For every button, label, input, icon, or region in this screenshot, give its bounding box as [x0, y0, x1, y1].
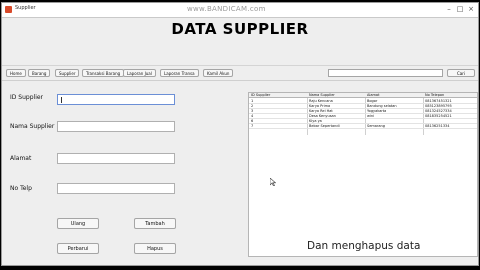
nav-button-transaksi-barang[interactable]: Transaksi Barang — [82, 69, 125, 77]
nav-button-supplier[interactable]: Supplier — [55, 69, 80, 77]
mouse-cursor-icon — [270, 178, 276, 186]
app-icon — [5, 6, 12, 13]
column-header[interactable]: Nama Supplier — [309, 93, 364, 97]
label-alamat: Alamat — [10, 155, 32, 162]
table-cell: 3 — [251, 109, 254, 113]
nav-button-barang[interactable]: Barang — [28, 69, 51, 77]
window-title: Supplier — [15, 5, 36, 11]
table-cell: Karya Rei Hat — [309, 109, 333, 113]
delete-button[interactable]: Hapus — [134, 243, 176, 254]
no-telp-field[interactable] — [57, 183, 175, 194]
nav-toolbar: Home Barang Supplier Transaksi Barang La… — [2, 65, 478, 81]
table-cell: Raju Kencana — [309, 99, 333, 103]
maximize-icon[interactable]: □ — [455, 5, 465, 14]
supplier-table[interactable]: ID Supplier Nama Supplier Alamat No Tele… — [248, 92, 478, 257]
column-header[interactable]: Alamat — [367, 93, 422, 97]
text-caret — [61, 97, 62, 103]
table-cell: Bebar Sepertandi — [309, 124, 340, 128]
nav-button-laporan-transaksi[interactable]: Laporan Transa — [160, 69, 199, 77]
table-cell: Kiya ya — [309, 119, 322, 123]
column-header[interactable]: No Telepon — [425, 93, 477, 97]
table-header: ID Supplier Nama Supplier Alamat No Tele… — [249, 93, 477, 98]
id-supplier-field[interactable] — [57, 94, 175, 105]
search-input[interactable] — [328, 69, 443, 77]
table-cell: 081367451321 — [425, 99, 452, 103]
alamat-field[interactable] — [57, 153, 175, 164]
table-cell: Yogyakarta — [367, 109, 387, 113]
table-cell: 085123895795 — [425, 104, 452, 108]
table-cell: Desa Kenyusan — [309, 114, 336, 118]
table-cell: 2 — [251, 104, 254, 108]
clear-button[interactable]: Ulang — [57, 218, 99, 229]
table-cell: 081835254521 — [425, 114, 452, 118]
table-row[interactable]: 7 Bebar Sepertandi Semarang 08136251334 — [249, 124, 477, 129]
label-id-supplier: ID Supplier — [10, 94, 44, 101]
table-cell: Semarang — [367, 124, 385, 128]
app-window: Supplier – □ × www.BANDICAM.com DATA SUP… — [1, 2, 479, 266]
table-cell: 7 — [251, 124, 254, 128]
table-cell: Bogor — [367, 99, 378, 103]
search-button[interactable]: Cari — [447, 69, 475, 77]
table-cell: 1 — [251, 99, 254, 103]
update-button[interactable]: Perbarui — [57, 243, 99, 254]
close-icon[interactable]: × — [466, 5, 476, 14]
table-cell: 08136251334 — [425, 124, 450, 128]
nav-button-home[interactable]: Home — [6, 69, 26, 77]
table-cell: 081324527334 — [425, 109, 452, 113]
page-title: DATA SUPPLIER — [171, 20, 309, 38]
nav-button-akun[interactable]: Kamil Akun — [203, 69, 234, 77]
minimize-icon[interactable]: – — [444, 5, 454, 14]
nama-supplier-field[interactable] — [57, 121, 175, 132]
column-header[interactable]: ID Supplier — [251, 93, 306, 97]
label-nama-supplier: Nama Supplier — [10, 123, 55, 130]
label-no-telp: No Telp — [10, 185, 32, 192]
table-cell: 4 — [251, 114, 254, 118]
table-cell: Karya Prima — [309, 104, 331, 108]
video-caption: Dan menghapus data — [307, 240, 421, 252]
nav-button-laporan-jual[interactable]: Laporan Jual — [123, 69, 156, 77]
add-button[interactable]: Tambah — [134, 218, 176, 229]
recording-watermark: www.BANDICAM.com — [187, 5, 266, 13]
table-cell: wini — [367, 114, 375, 118]
table-cell: Bandung selatan — [367, 104, 397, 108]
table-cell: 6 — [251, 119, 254, 123]
